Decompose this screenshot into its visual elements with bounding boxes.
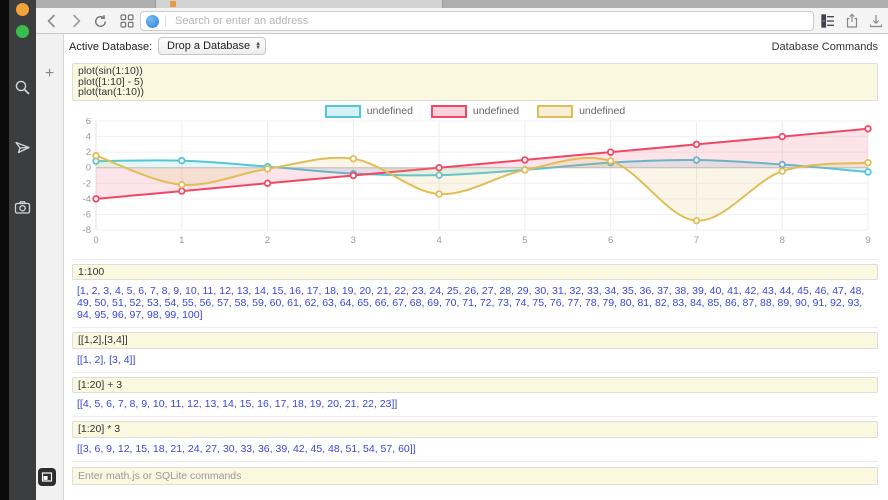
database-dropdown[interactable]: Drop a Database ▲ ▼ bbox=[158, 37, 267, 55]
svg-text:-4: -4 bbox=[83, 193, 91, 204]
address-divider bbox=[165, 15, 166, 27]
svg-text:0: 0 bbox=[93, 235, 98, 246]
svg-text:4: 4 bbox=[86, 131, 91, 142]
svg-text:7: 7 bbox=[694, 235, 699, 246]
download-icon[interactable] bbox=[868, 13, 884, 29]
command-output: [[1, 2], [3, 4]] bbox=[77, 353, 136, 366]
command-input[interactable]: plot(sin(1:10)) plot([1:10] - 5) plot(ta… bbox=[72, 63, 878, 101]
browser-toolbar bbox=[36, 8, 888, 34]
command-entry-input[interactable] bbox=[72, 466, 878, 485]
tool-sidebar bbox=[9, 0, 36, 500]
svg-text:2: 2 bbox=[86, 147, 91, 158]
site-favicon-icon bbox=[146, 14, 159, 28]
active-database-label: Active Database: bbox=[69, 41, 153, 53]
command-list: plot(sin(1:10)) plot([1:10] - 5) plot(ta… bbox=[72, 59, 878, 491]
svg-text:-8: -8 bbox=[83, 225, 91, 236]
legend-swatch bbox=[430, 104, 467, 118]
legend-swatch bbox=[324, 104, 361, 118]
chart-legend: undefined undefined undefined bbox=[72, 104, 878, 118]
command-block: [1:20] * 3 [[3, 6, 9, 12, 15, 18, 21, 24,… bbox=[72, 416, 878, 461]
share-icon[interactable] bbox=[844, 13, 860, 29]
svg-text:-2: -2 bbox=[83, 178, 91, 189]
line-chart: 0 1 2 3 4 5 6 7 8 9 -8 -6 -4 -2 0 2 4 6 bbox=[83, 116, 872, 246]
command-block: 1:100 [1, 2, 3, 4, 5, 6, 7, 8, 9, 10, 11,… bbox=[72, 258, 878, 328]
svg-text:1: 1 bbox=[179, 235, 184, 246]
database-dropdown-value: Drop a Database bbox=[167, 40, 251, 52]
window-toggle-button[interactable] bbox=[38, 468, 56, 486]
legend-label: undefined bbox=[579, 105, 626, 117]
legend-swatch bbox=[537, 104, 574, 118]
tab-overview-icon[interactable] bbox=[120, 14, 136, 30]
reload-icon[interactable] bbox=[93, 14, 109, 30]
camera-icon[interactable] bbox=[14, 199, 31, 216]
svg-text:5: 5 bbox=[522, 235, 527, 246]
database-commands-link[interactable]: Database Commands bbox=[772, 41, 878, 53]
svg-text:0: 0 bbox=[86, 162, 91, 173]
back-button[interactable] bbox=[44, 13, 60, 29]
add-tab-button[interactable]: + bbox=[36, 66, 63, 82]
svg-text:2: 2 bbox=[265, 235, 270, 246]
minimize-traffic-light[interactable] bbox=[16, 3, 29, 16]
command-input[interactable]: [1:20] + 3 bbox=[72, 376, 878, 393]
address-input[interactable] bbox=[173, 14, 813, 28]
app-header: Active Database: Drop a Database ▲ ▼ Data… bbox=[64, 33, 888, 58]
command-input[interactable]: 1:100 bbox=[72, 263, 878, 280]
legend-item[interactable]: undefined bbox=[430, 104, 520, 118]
command-output: [1, 2, 3, 4, 5, 6, 7, 8, 9, 10, 11, 12, … bbox=[77, 285, 865, 321]
command-input[interactable]: [1:20] * 3 bbox=[72, 421, 878, 438]
legend-item[interactable]: undefined bbox=[324, 104, 413, 118]
legend-label: undefined bbox=[472, 105, 520, 117]
command-output: [[3, 6, 9, 12, 15, 18, 21, 24, 27, 30, 3… bbox=[77, 442, 416, 455]
page-content: Active Database: Drop a Database ▲ ▼ Data… bbox=[64, 33, 888, 500]
reading-list-icon[interactable] bbox=[820, 13, 836, 29]
command-entry-block bbox=[72, 460, 878, 491]
svg-text:6: 6 bbox=[608, 235, 613, 246]
screen: { "browser": { "address_placeholder": "S… bbox=[0, 0, 888, 500]
svg-text:3: 3 bbox=[351, 235, 356, 246]
legend-label: undefined bbox=[366, 105, 413, 117]
active-tab[interactable] bbox=[155, 0, 443, 8]
address-bar[interactable] bbox=[140, 11, 814, 31]
svg-text:4: 4 bbox=[436, 235, 441, 246]
zoom-traffic-light[interactable] bbox=[16, 25, 29, 38]
forward-button[interactable] bbox=[68, 13, 84, 29]
search-icon[interactable] bbox=[14, 79, 31, 96]
chart-output: undefined undefined undefined 0 1 2 3 4 5 6 7 8 9 -8 -… bbox=[72, 104, 878, 253]
svg-text:-6: -6 bbox=[83, 209, 91, 220]
page-gutter: + bbox=[36, 33, 64, 500]
dropdown-arrows-icon: ▲ ▼ bbox=[255, 41, 262, 51]
browser-tab-bar bbox=[36, 0, 888, 8]
command-block: [[1,2],[3,4]] [[1, 2], [3, 4]] bbox=[72, 327, 878, 372]
command-input[interactable]: [[1,2],[3,4]] bbox=[72, 332, 878, 349]
command-output: [[4, 5, 6, 7, 8, 9, 10, 11, 12, 13, 14, … bbox=[77, 398, 398, 410]
command-block: plot(sin(1:10)) plot([1:10] - 5) plot(ta… bbox=[72, 59, 878, 259]
svg-text:8: 8 bbox=[780, 235, 785, 246]
command-block: [1:20] + 3 [[4, 5, 6, 7, 8, 9, 10, 11, 12… bbox=[72, 371, 878, 417]
tab-favicon-icon bbox=[170, 1, 176, 7]
svg-text:6: 6 bbox=[86, 118, 91, 127]
send-icon[interactable] bbox=[14, 139, 31, 156]
screen-edge-strip bbox=[0, 0, 9, 500]
svg-text:9: 9 bbox=[865, 235, 870, 246]
legend-item[interactable]: undefined bbox=[537, 104, 626, 118]
